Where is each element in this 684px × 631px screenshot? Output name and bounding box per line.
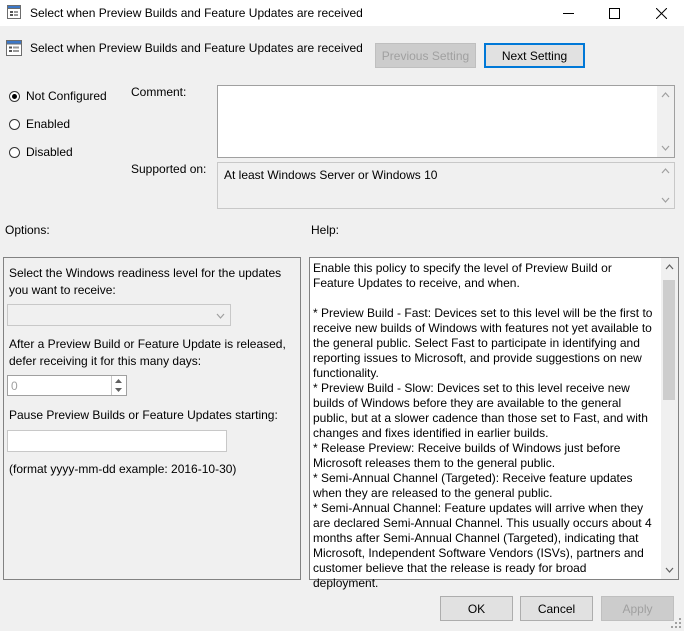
radio-enabled[interactable]: Enabled xyxy=(9,117,70,131)
chevron-down-icon xyxy=(216,313,225,319)
close-button[interactable] xyxy=(638,0,684,26)
scroll-down-icon[interactable] xyxy=(665,567,674,573)
stepper-down-icon[interactable] xyxy=(115,388,122,392)
minimize-icon xyxy=(562,12,574,14)
pause-date-input[interactable] xyxy=(7,430,227,452)
minimize-button[interactable] xyxy=(545,0,591,26)
comment-label: Comment: xyxy=(131,85,187,99)
maximize-icon xyxy=(608,7,620,19)
help-paragraph xyxy=(313,291,655,306)
scroll-down-icon xyxy=(661,197,670,203)
radio-label-not-configured: Not Configured xyxy=(26,89,107,103)
radio-indicator-not-configured xyxy=(9,90,20,102)
help-paragraph: * Preview Build - Slow: Devices set to t… xyxy=(313,381,648,440)
radio-indicator-disabled xyxy=(9,146,20,158)
supported-on-label: Supported on: xyxy=(131,162,207,176)
resize-grip-icon[interactable] xyxy=(670,617,682,629)
readiness-level-label: Select the Windows readiness level for t… xyxy=(9,266,282,297)
readiness-level-dropdown[interactable] xyxy=(7,304,231,326)
scroll-up-icon xyxy=(661,168,670,174)
stepper-up-icon[interactable] xyxy=(115,379,122,383)
scroll-up-icon xyxy=(661,92,670,98)
help-heading: Help: xyxy=(311,223,340,237)
next-setting-button[interactable]: Next Setting xyxy=(484,43,585,68)
help-paragraph: Enable this policy to specify the level … xyxy=(313,261,612,290)
policy-settings-icon xyxy=(7,5,21,19)
options-heading: Options: xyxy=(5,223,50,237)
scroll-up-icon[interactable] xyxy=(665,264,674,270)
help-scrollbar-thumb[interactable] xyxy=(663,280,675,400)
help-paragraph: * Semi-Annual Channel: Feature updates w… xyxy=(313,501,652,590)
close-icon xyxy=(655,7,667,19)
policy-icon xyxy=(6,40,22,56)
apply-button[interactable]: Apply xyxy=(601,596,674,621)
supported-on-field: At least Windows Server or Windows 10 xyxy=(217,162,675,209)
help-paragraph: * Preview Build - Fast: Devices set to t… xyxy=(313,306,653,380)
radio-label-disabled: Disabled xyxy=(26,145,73,159)
format-hint: (format yyyy-mm-dd example: 2016-10-30) xyxy=(9,462,237,476)
supported-on-value: At least Windows Server or Windows 10 xyxy=(224,168,438,182)
comment-textarea[interactable] xyxy=(217,85,675,158)
window-title: Select when Preview Builds and Feature U… xyxy=(30,6,363,20)
cancel-button[interactable]: Cancel xyxy=(520,596,593,621)
radio-label-enabled: Enabled xyxy=(26,117,71,131)
scroll-down-icon xyxy=(661,145,670,151)
ok-button[interactable]: OK xyxy=(440,596,513,621)
help-paragraph: * Release Preview: Receive builds of Win… xyxy=(313,441,621,470)
pause-date-label: Pause Preview Builds or Feature Updates … xyxy=(9,408,278,422)
help-text: Enable this policy to specify the level … xyxy=(313,261,655,591)
help-paragraph: * Semi-Annual Channel (Targeted): Receiv… xyxy=(313,471,633,500)
radio-disabled[interactable]: Disabled xyxy=(9,145,73,159)
defer-days-label: After a Preview Build or Feature Update … xyxy=(9,337,286,368)
previous-setting-button[interactable]: Previous Setting xyxy=(375,43,476,68)
defer-days-value: 0 xyxy=(11,379,18,393)
title-bar: Select when Preview Builds and Feature U… xyxy=(0,0,684,26)
defer-days-stepper[interactable]: 0 xyxy=(7,375,127,396)
stepper-buttons[interactable] xyxy=(111,376,126,395)
maximize-button[interactable] xyxy=(591,0,637,26)
policy-title: Select when Preview Builds and Feature U… xyxy=(30,41,363,55)
help-scrollbar[interactable] xyxy=(661,258,678,579)
supported-scrollbar[interactable] xyxy=(657,163,674,208)
comment-scrollbar[interactable] xyxy=(657,86,674,157)
radio-not-configured[interactable]: Not Configured xyxy=(9,89,107,103)
radio-indicator-enabled xyxy=(9,118,20,130)
